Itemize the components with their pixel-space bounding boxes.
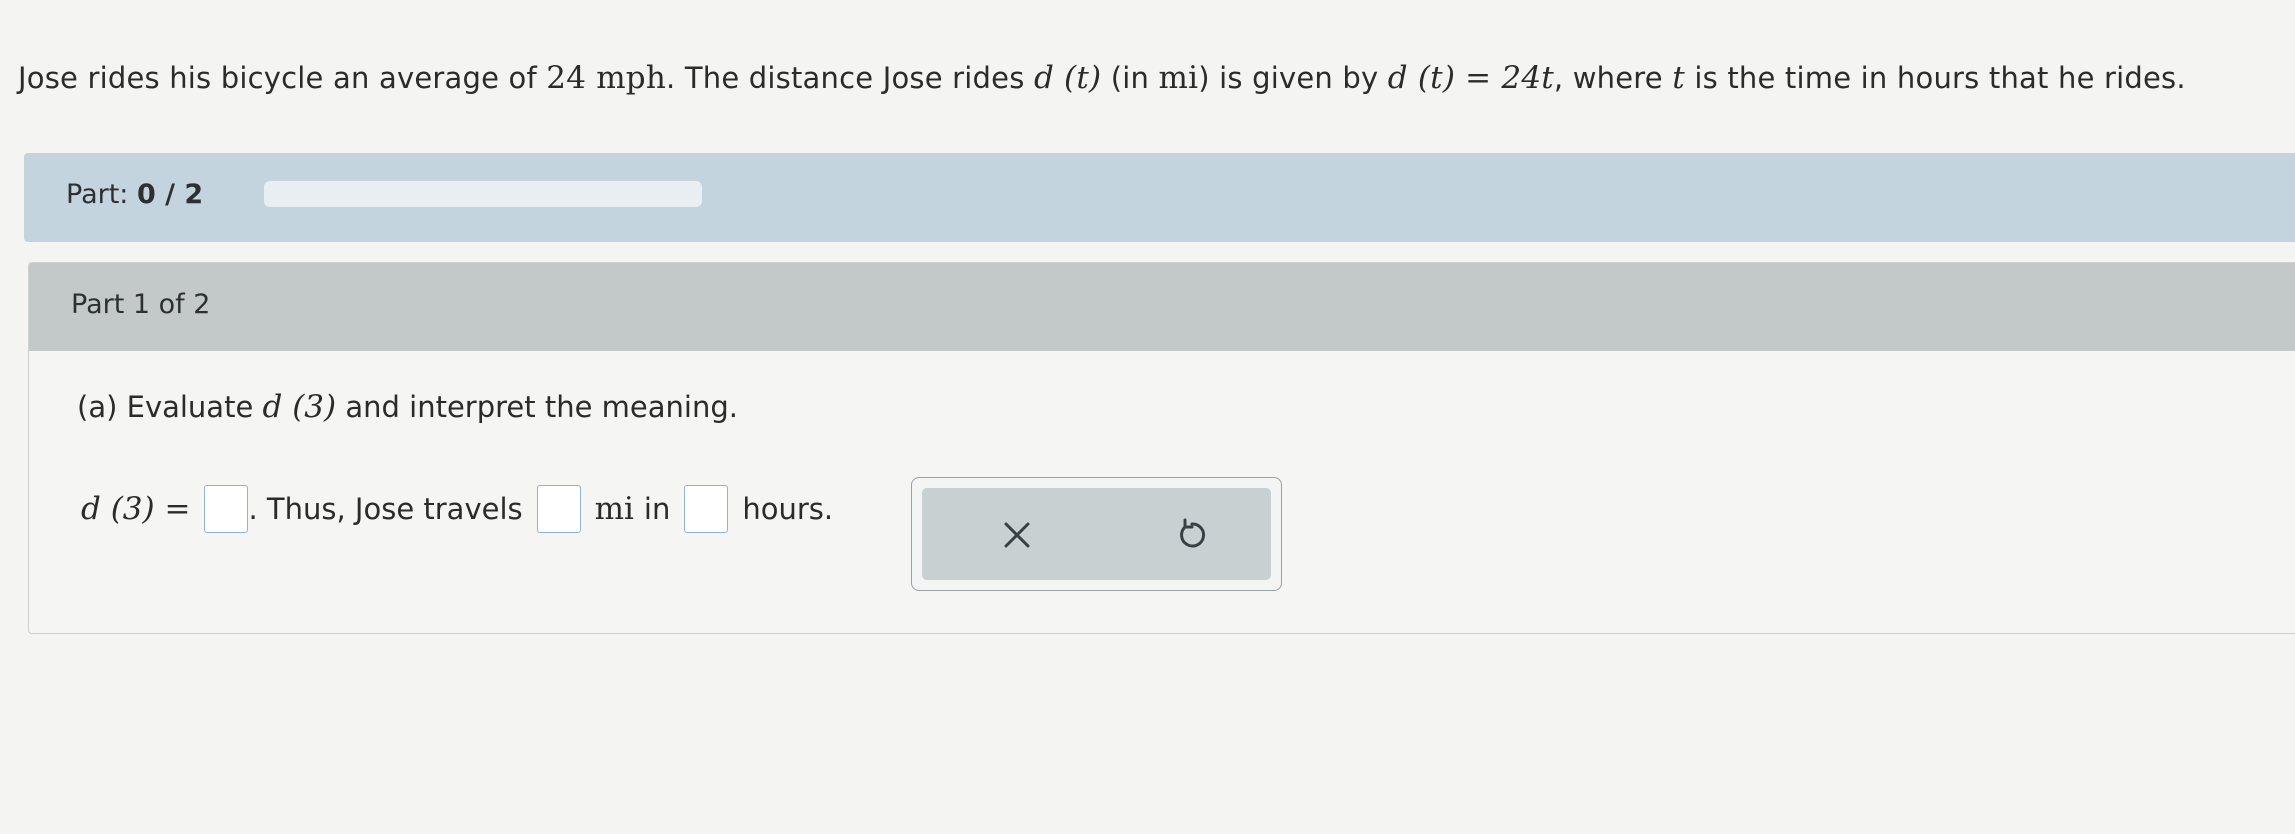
- hours-input[interactable]: [684, 485, 729, 533]
- part-header: Part 1 of 2: [29, 263, 2295, 351]
- progress-bar-panel: Part: 0 / 2: [24, 153, 2295, 242]
- miles-input[interactable]: [536, 485, 581, 533]
- answer-text: hours.: [742, 492, 834, 526]
- problem-text: , where: [1553, 61, 1673, 95]
- x-icon: [1004, 522, 1030, 548]
- problem-text: is the time in hours that he rides.: [1684, 61, 2186, 95]
- problem-text: (in: [1101, 61, 1159, 95]
- answer-line: d (3) = . Thus, Jose travels mi in hours…: [81, 485, 833, 533]
- undo-button[interactable]: [1157, 502, 1227, 568]
- answer-lhs: d (3) =: [81, 491, 191, 527]
- question-prefix: (a) Evaluate: [77, 390, 263, 424]
- question-suffix: and interpret the meaning.: [336, 390, 738, 424]
- question-text: (a) Evaluate d (3) and interpret the mea…: [77, 387, 738, 427]
- problem-text: ) is given by: [1198, 61, 1388, 95]
- part-progress-prefix: Part:: [66, 179, 137, 210]
- undo-icon: [1180, 518, 1206, 548]
- distance-function: d (t): [1033, 60, 1102, 96]
- problem-text: Jose rides his bicycle an average of: [18, 61, 547, 95]
- part-header-title: Part 1 of 2: [71, 289, 211, 320]
- problem-text: . The distance Jose rides: [666, 61, 1034, 95]
- unit-text: mi: [1158, 60, 1199, 96]
- progress-track: [264, 181, 702, 207]
- question-expression: d (3): [262, 389, 337, 425]
- mi-unit: mi: [594, 491, 634, 527]
- answer-text: in: [643, 492, 671, 526]
- answer-tools-panel: [911, 477, 1282, 591]
- distance-equation: d (t) = 24t: [1387, 60, 1554, 96]
- speed-value: 24 mph: [546, 60, 667, 96]
- clear-button[interactable]: [982, 502, 1052, 568]
- time-variable: t: [1672, 60, 1685, 96]
- answer-tools-inner: [922, 488, 1271, 580]
- problem-statement: Jose rides his bicycle an average of 24 …: [18, 58, 2186, 98]
- part-progress-label: Part: 0 / 2: [66, 177, 203, 213]
- answer-text: . Thus, Jose travels: [248, 492, 523, 526]
- part-progress-value: 0 / 2: [136, 179, 204, 210]
- d3-value-input[interactable]: [204, 485, 249, 533]
